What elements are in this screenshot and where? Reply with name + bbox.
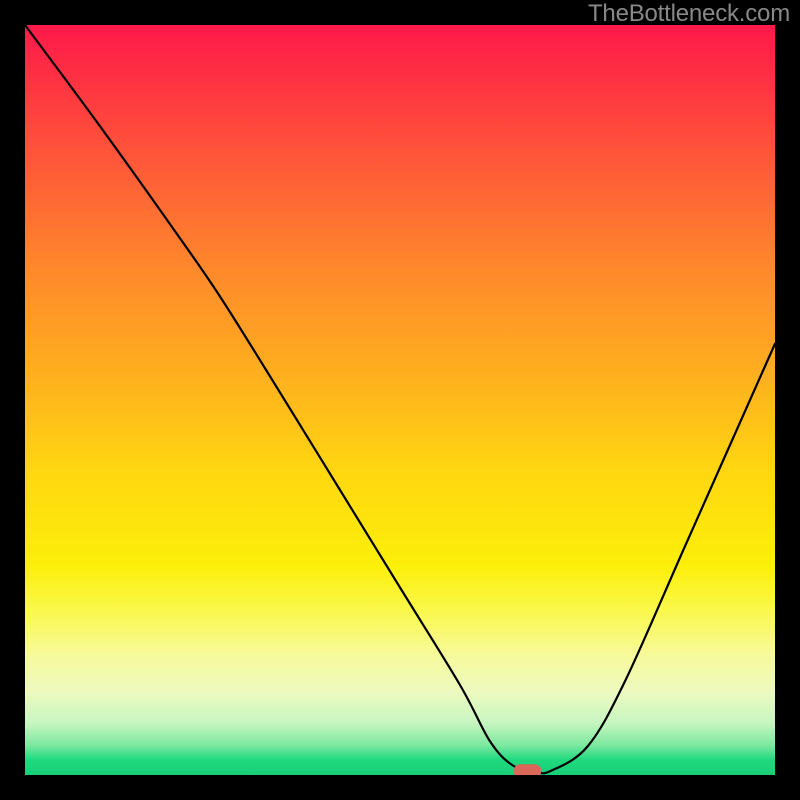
optimum-marker	[514, 764, 541, 775]
chart-container: TheBottleneck.com	[0, 0, 800, 800]
curve-svg	[25, 25, 775, 775]
watermark-label: TheBottleneck.com	[588, 0, 790, 28]
plot-area	[25, 25, 775, 775]
bottleneck-curve	[25, 25, 775, 773]
